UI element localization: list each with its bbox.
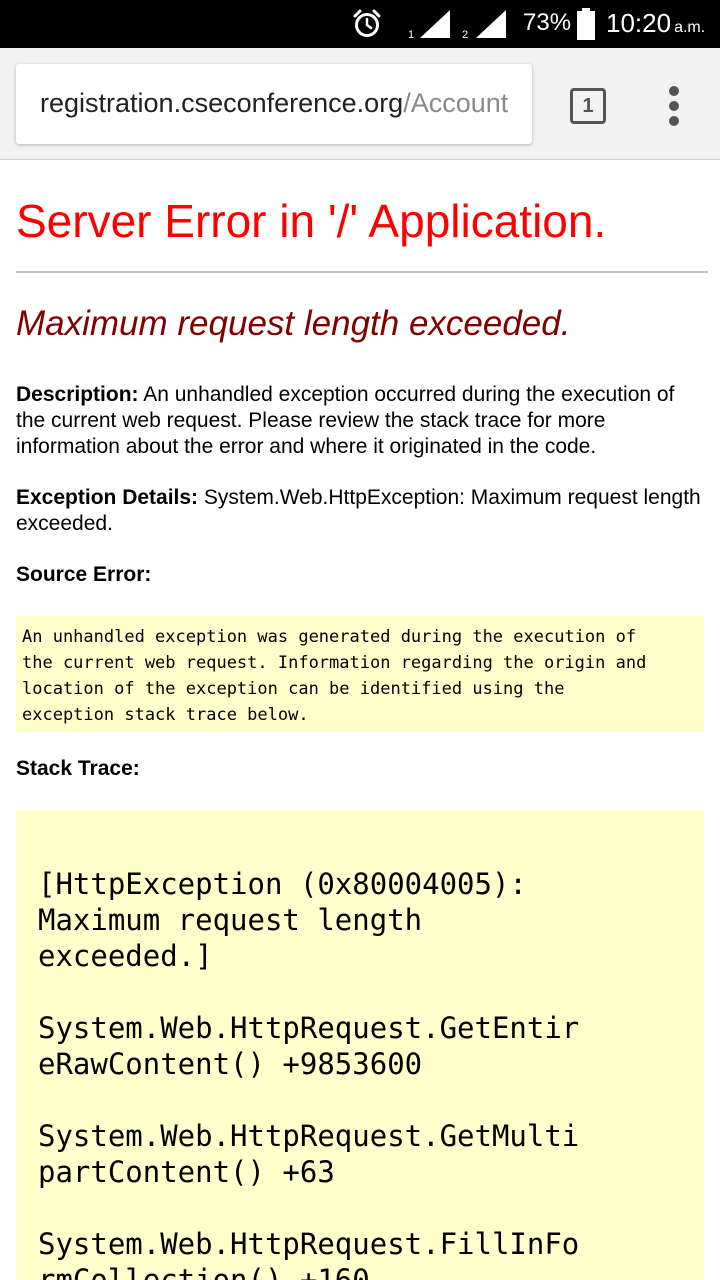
- description-label: Description:: [16, 383, 139, 406]
- stack-gap: [38, 1190, 682, 1226]
- description-paragraph: Description: An unhandled exception occu…: [16, 382, 708, 460]
- stack-line: partContent() +63: [38, 1155, 335, 1189]
- stack-trace-box: [HttpException (0x80004005): Maximum req…: [16, 810, 704, 1280]
- stack-line: System.Web.HttpRequest.FillInFo: [38, 1227, 580, 1261]
- status-bar: 1 2 73% 10:20 a.m.: [0, 0, 720, 48]
- stack-line: [HttpException (0x80004005):: [38, 867, 527, 901]
- stack-line: eRawContent() +9853600: [38, 1047, 423, 1081]
- exception-label: Exception Details:: [16, 486, 199, 509]
- address-bar[interactable]: registration.cseconference.org/Account: [16, 64, 532, 144]
- battery-percent: 73%: [523, 9, 572, 36]
- overflow-menu-icon[interactable]: [662, 86, 686, 126]
- exception-details-paragraph: Exception Details: System.Web.HttpExcept…: [16, 485, 708, 537]
- stack-line: exceeded.]: [38, 939, 213, 973]
- svg-text:2: 2: [462, 29, 468, 40]
- clock-time: 10:20: [606, 8, 672, 38]
- stack-gap: [38, 1082, 682, 1118]
- error-subtitle: Maximum request length exceeded.: [16, 304, 571, 343]
- stack-gap: [38, 974, 682, 1010]
- source-error-text: An unhandled exception was generated dur…: [22, 627, 647, 725]
- page-title: Server Error in '/' Application.: [16, 195, 607, 247]
- stack-trace-heading: Stack Trace:: [16, 757, 140, 780]
- signal-sim1-icon: 1: [408, 8, 452, 41]
- stack-line: Maximum request length: [38, 903, 423, 937]
- url-text: registration.cseconference.org/Account: [40, 88, 508, 119]
- svg-text:1: 1: [408, 29, 414, 40]
- stack-line: System.Web.HttpRequest.GetEntir: [38, 1011, 580, 1045]
- stack-line: rmCollection() +160: [38, 1263, 370, 1280]
- browser-toolbar: registration.cseconference.org/Account 1: [0, 48, 720, 160]
- divider: [16, 271, 708, 273]
- tab-switcher-button[interactable]: 1: [570, 88, 606, 124]
- url-path: /Account: [403, 88, 509, 118]
- source-error-box: An unhandled exception was generated dur…: [16, 616, 704, 732]
- alarm-clock-icon: [353, 9, 381, 37]
- url-host: registration.cseconference.org: [40, 88, 404, 118]
- clock: 10:20 a.m.: [606, 8, 705, 39]
- battery-icon: [577, 8, 595, 40]
- signal-sim2-icon: 2: [462, 8, 508, 41]
- source-error-heading: Source Error:: [16, 563, 152, 586]
- stack-line: System.Web.HttpRequest.GetMulti: [38, 1119, 580, 1153]
- clock-ampm: a.m.: [674, 19, 706, 36]
